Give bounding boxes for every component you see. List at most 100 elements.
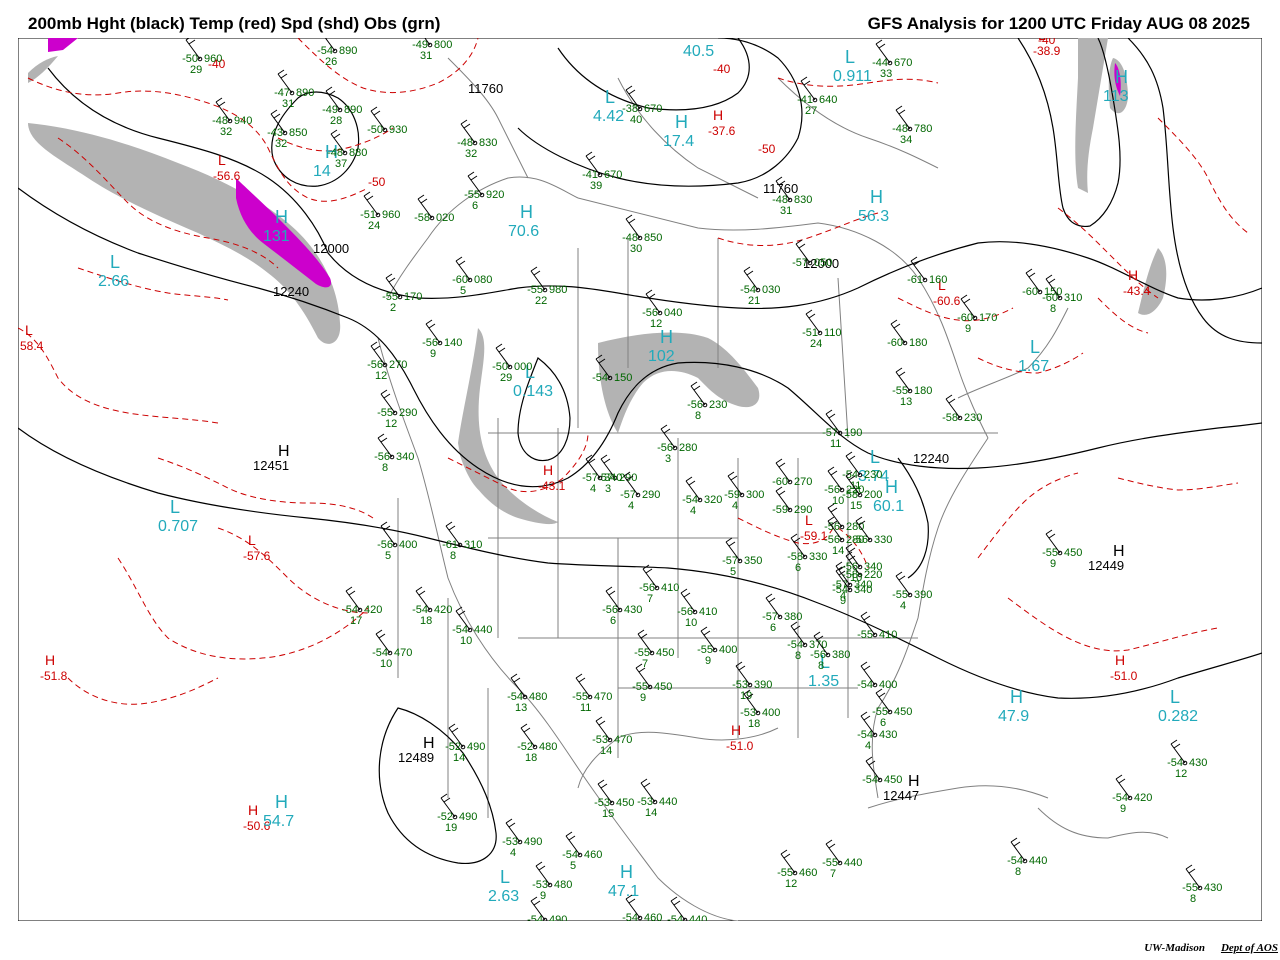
obs-height: 440	[689, 914, 707, 921]
obs-height: 160	[929, 274, 947, 286]
speed-center-letter: H	[870, 187, 883, 207]
obs-dewpoint: 2	[390, 302, 396, 314]
obs-height: 340	[854, 584, 872, 596]
temp-center-letter: H	[1115, 652, 1125, 668]
obs-height: 470	[594, 691, 612, 703]
obs-dewpoint: 7	[647, 593, 653, 605]
obs-dewpoint: 10	[460, 635, 472, 647]
temp-center-letter: H	[248, 802, 258, 818]
speed-center-value: 0.911	[833, 68, 872, 85]
obs-height: 180	[914, 385, 932, 397]
obs-dewpoint: 28	[330, 115, 342, 127]
obs-height: 340	[396, 451, 414, 463]
obs-height: 400	[762, 707, 780, 719]
obs-height: 430	[879, 729, 897, 741]
speed-center-value: 47.1	[608, 883, 639, 900]
obs-height: 380	[832, 649, 850, 661]
speed-center-value: 17.4	[663, 133, 694, 150]
credit-department: Dept of AOS	[1220, 942, 1278, 954]
obs-height: 430	[1189, 757, 1207, 769]
obs-dewpoint: 8	[795, 650, 801, 662]
speed-center-value: 1.35	[808, 673, 839, 690]
obs-temp: -56	[852, 534, 868, 546]
speed-center-value: 0.282	[1158, 708, 1198, 725]
obs-dewpoint: 40	[630, 114, 642, 126]
speed-center-letter: H	[275, 207, 288, 227]
temp-center-letter: H	[1128, 267, 1138, 283]
obs-dewpoint: 6	[880, 717, 886, 729]
obs-dewpoint: 24	[810, 338, 822, 350]
obs-height: 850	[644, 232, 662, 244]
obs-height: 400	[719, 644, 737, 656]
obs-height: 330	[874, 534, 892, 546]
speed-center-value: 54.7	[263, 813, 294, 830]
obs-height: 390	[914, 589, 932, 601]
obs-height: 450	[894, 706, 912, 718]
obs-dewpoint: 5	[730, 566, 736, 578]
obs-height: 470	[394, 647, 412, 659]
speed-center-value: 4.42	[593, 108, 624, 125]
obs-height: 020	[436, 212, 454, 224]
obs-height: 050	[814, 257, 832, 269]
temp-center-value: -43.1	[538, 479, 566, 493]
obs-dewpoint: 4	[510, 847, 516, 859]
obs-dewpoint: 11	[830, 438, 841, 450]
temp-center-value: -37.6	[708, 124, 736, 138]
temp-center-letter: L	[25, 322, 33, 338]
speed-center-value: 1.67	[1018, 358, 1049, 375]
obs-height: 230	[864, 469, 882, 481]
height-contour-label: 12240	[273, 284, 309, 299]
obs-dewpoint: 4	[628, 500, 634, 512]
temp-center-value: -60.6	[933, 294, 961, 308]
obs-height: 200	[864, 489, 882, 501]
obs-temp: -60	[887, 337, 903, 349]
height-center-value: 12489	[398, 750, 434, 765]
obs-temp: -55	[857, 629, 873, 641]
temp-contour-label: -40	[713, 62, 731, 76]
obs-dewpoint: 14	[453, 752, 465, 764]
obs-dewpoint: 10	[380, 658, 392, 670]
obs-dewpoint: 9	[840, 595, 846, 607]
obs-dewpoint: 8	[382, 462, 388, 474]
obs-height: 280	[679, 442, 697, 454]
obs-dewpoint: 21	[748, 295, 760, 307]
speed-center-value: 2.66	[98, 273, 129, 290]
obs-dewpoint: 4	[590, 483, 596, 495]
obs-height: 490	[459, 811, 477, 823]
obs-height: 440	[844, 857, 862, 869]
obs-height: 440	[1029, 855, 1047, 867]
obs-dewpoint: 29	[190, 64, 202, 76]
obs-height: 450	[1064, 547, 1082, 559]
obs-dewpoint: 26	[325, 56, 337, 68]
obs-height: 450	[616, 797, 634, 809]
obs-height: 330	[809, 551, 827, 563]
speed-center-value: 131	[263, 228, 290, 245]
obs-dewpoint: 14	[645, 807, 657, 819]
speed-center-letter: H	[885, 477, 898, 497]
obs-dewpoint: 13	[515, 702, 527, 714]
speed-center-letter: H	[1010, 687, 1023, 707]
speed-center-letter: H	[695, 38, 708, 42]
speed-center-letter: L	[1030, 337, 1040, 357]
obs-height: 140	[444, 337, 462, 349]
obs-dewpoint: 6	[472, 200, 478, 212]
obs-height: 340	[864, 561, 882, 573]
temp-center-value: -51.8	[40, 669, 68, 683]
obs-dewpoint: 39	[590, 180, 602, 192]
height-center-value: 12447	[883, 788, 919, 803]
obs-dewpoint: 15	[602, 808, 614, 820]
obs-dewpoint: 9	[965, 323, 971, 335]
obs-dewpoint: 17	[350, 615, 362, 627]
obs-dewpoint: 18	[748, 718, 760, 730]
obs-height: 340	[604, 472, 622, 484]
obs-temp: -60	[772, 476, 788, 488]
speed-center-value: 2.63	[488, 888, 519, 905]
obs-dewpoint: 12	[1175, 768, 1187, 780]
obs-height: 420	[1134, 792, 1152, 804]
obs-height: 290	[399, 407, 417, 419]
obs-dewpoint: 4	[900, 600, 906, 612]
obs-height: 170	[979, 312, 997, 324]
speed-center-letter: H	[1115, 67, 1128, 87]
obs-height: 450	[656, 647, 674, 659]
height-contour-label: 12240	[913, 451, 949, 466]
